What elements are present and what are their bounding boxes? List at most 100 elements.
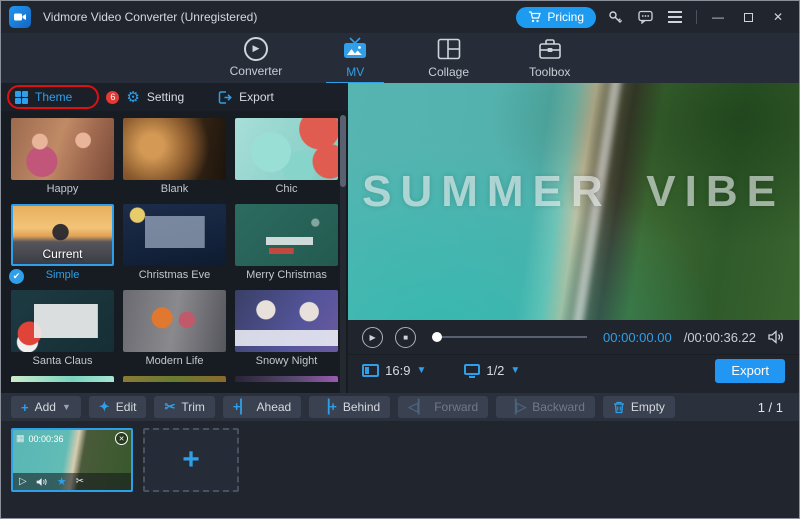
trim-button[interactable]: ✂ Trim [154,396,214,418]
tab-setting[interactable]: 6 ⚙ Setting [106,90,184,105]
scrollbar-thumb[interactable] [340,115,346,187]
feedback-icon[interactable] [634,6,656,28]
pricing-label: Pricing [547,10,584,24]
seek-slider[interactable] [432,336,587,338]
scissors-icon: ✂ [164,399,175,415]
watermark-summer: SUMMER [362,167,612,217]
theme-panel: Theme 6 ⚙ Setting Export Happy [1,83,348,393]
theme-item-chic[interactable]: Chic [235,118,338,195]
tab-theme-label: Theme [35,90,72,104]
tab-export-label: Export [239,90,274,104]
theme-grid-icon [15,91,28,104]
film-icon: ▦ [16,433,25,444]
tab-setting-label: Setting [147,90,184,104]
add-clip-slot[interactable]: + [143,428,239,492]
tab-toolbox[interactable]: Toolbox [523,33,576,83]
theme-item-christmas-eve[interactable]: Christmas Eve [123,204,226,281]
setting-badge: 6 [106,91,119,104]
pricing-button[interactable]: Pricing [516,7,596,28]
chevron-down-icon: ▼ [62,402,71,412]
theme-name: Merry Christmas [235,269,338,281]
edit-button[interactable]: ✦ Edit [89,396,147,418]
tab-collage-label: Collage [428,65,469,79]
tab-theme[interactable]: Theme [15,90,72,104]
tab-converter[interactable]: ▶ Converter [224,33,289,83]
preview-options: 16:9 ▼ 1/2 ▼ Export [348,354,799,386]
menu-icon[interactable] [664,6,686,28]
app-logo-icon [9,6,31,28]
aspect-ratio-value: 16:9 [385,363,410,378]
theme-name: Blank [123,183,226,195]
video-watermark-text: SUMMER VIBE [362,167,785,217]
main-nav: ▶ Converter MV Collage Toolbox [1,33,799,83]
theme-item-merry-christmas[interactable]: Merry Christmas [235,204,338,281]
clip-toolbar: + Add ▼ ✦ Edit ✂ Trim +▏ Ahead ▕+ Behind… [1,393,799,421]
move-backward-icon: ▕▷ [506,399,526,415]
current-time: 00:00:00.00 [603,330,672,345]
cart-icon [528,11,541,23]
theme-item-snowy-night[interactable]: Snowy Night [235,290,338,367]
window-title: Vidmore Video Converter (Unregistered) [43,10,257,24]
theme-name: Happy [11,183,114,195]
app-window: Vidmore Video Converter (Unregistered) P… [0,0,800,519]
seek-handle[interactable] [432,332,442,342]
theme-thumbnail [11,290,114,352]
screen-page-select[interactable]: 1/2 ▼ [464,363,520,378]
theme-thumbnail [123,204,226,266]
export-button[interactable]: Export [715,359,785,383]
theme-item-santa-claus[interactable]: Santa Claus [11,290,114,367]
timeline-clip[interactable]: ▦ 00:00:36 ✕ ▷ ★ ✂ [11,428,133,492]
total-time: /00:00:36.22 [684,330,756,345]
theme-item-modern-life[interactable]: Modern Life [123,290,226,367]
move-forward-icon: ◁▏ [408,399,428,415]
aspect-ratio-icon [362,364,379,377]
ahead-button[interactable]: +▏ Ahead [223,396,301,418]
theme-item-simple-selected[interactable]: Current Simple ✔ [11,204,114,281]
trash-icon [613,401,625,414]
theme-name: Modern Life [123,355,226,367]
titlebar: Vidmore Video Converter (Unregistered) P… [1,1,799,33]
clip-audio-icon[interactable] [36,477,48,487]
theme-name: Simple [11,269,114,281]
collage-icon [437,36,461,62]
theme-thumbnail [123,290,226,352]
theme-item-blank[interactable]: Blank [123,118,226,195]
video-preview[interactable]: SUMMER VIBE [348,83,799,320]
preview-panel: SUMMER VIBE ▶ ■ 00:00:00.00 /00:00:36.22… [348,83,799,393]
remove-clip-icon[interactable]: ✕ [115,432,128,445]
timeline-strip: ▦ 00:00:36 ✕ ▷ ★ ✂ + [1,421,799,519]
clip-trim-icon[interactable]: ✂ [76,476,84,487]
panel-tabs: Theme 6 ⚙ Setting Export [1,83,348,111]
minimize-button[interactable]: — [707,6,729,28]
theme-thumbnail [11,118,114,180]
empty-button[interactable]: Empty [603,396,675,418]
clip-header: ▦ 00:00:36 ✕ [16,432,128,445]
theme-item-happy[interactable]: Happy [11,118,114,195]
volume-icon[interactable] [768,330,785,344]
aspect-ratio-select[interactable]: 16:9 ▼ [362,363,426,378]
tab-toolbox-label: Toolbox [529,65,570,79]
backward-button[interactable]: ▕▷ Backward [496,396,595,418]
close-button[interactable]: ✕ [767,6,789,28]
theme-scrollbar[interactable] [340,115,346,393]
mv-icon [342,36,368,62]
forward-button[interactable]: ◁▏ Forward [398,396,488,418]
clip-play-icon[interactable]: ▷ [19,476,27,487]
selected-check-icon: ✔ [9,269,24,284]
stop-button[interactable]: ■ [395,327,416,348]
tab-mv[interactable]: MV [336,33,374,83]
clip-edit-icon[interactable]: ★ [57,475,67,488]
clip-duration: 00:00:36 [29,434,64,444]
register-key-icon[interactable] [604,6,626,28]
play-button[interactable]: ▶ [362,327,383,348]
titlebar-divider [696,10,697,24]
clip-actions: ▷ ★ ✂ [13,473,131,490]
theme-thumbnail [123,118,226,180]
tab-collage[interactable]: Collage [422,33,475,83]
behind-button[interactable]: ▕+ Behind [309,396,390,418]
watermark-vibe: VIBE [646,167,785,217]
insert-behind-icon: ▕+ [319,399,337,415]
maximize-button[interactable] [737,6,759,28]
tab-export[interactable]: Export [218,90,274,104]
add-button[interactable]: + Add ▼ [11,396,81,418]
